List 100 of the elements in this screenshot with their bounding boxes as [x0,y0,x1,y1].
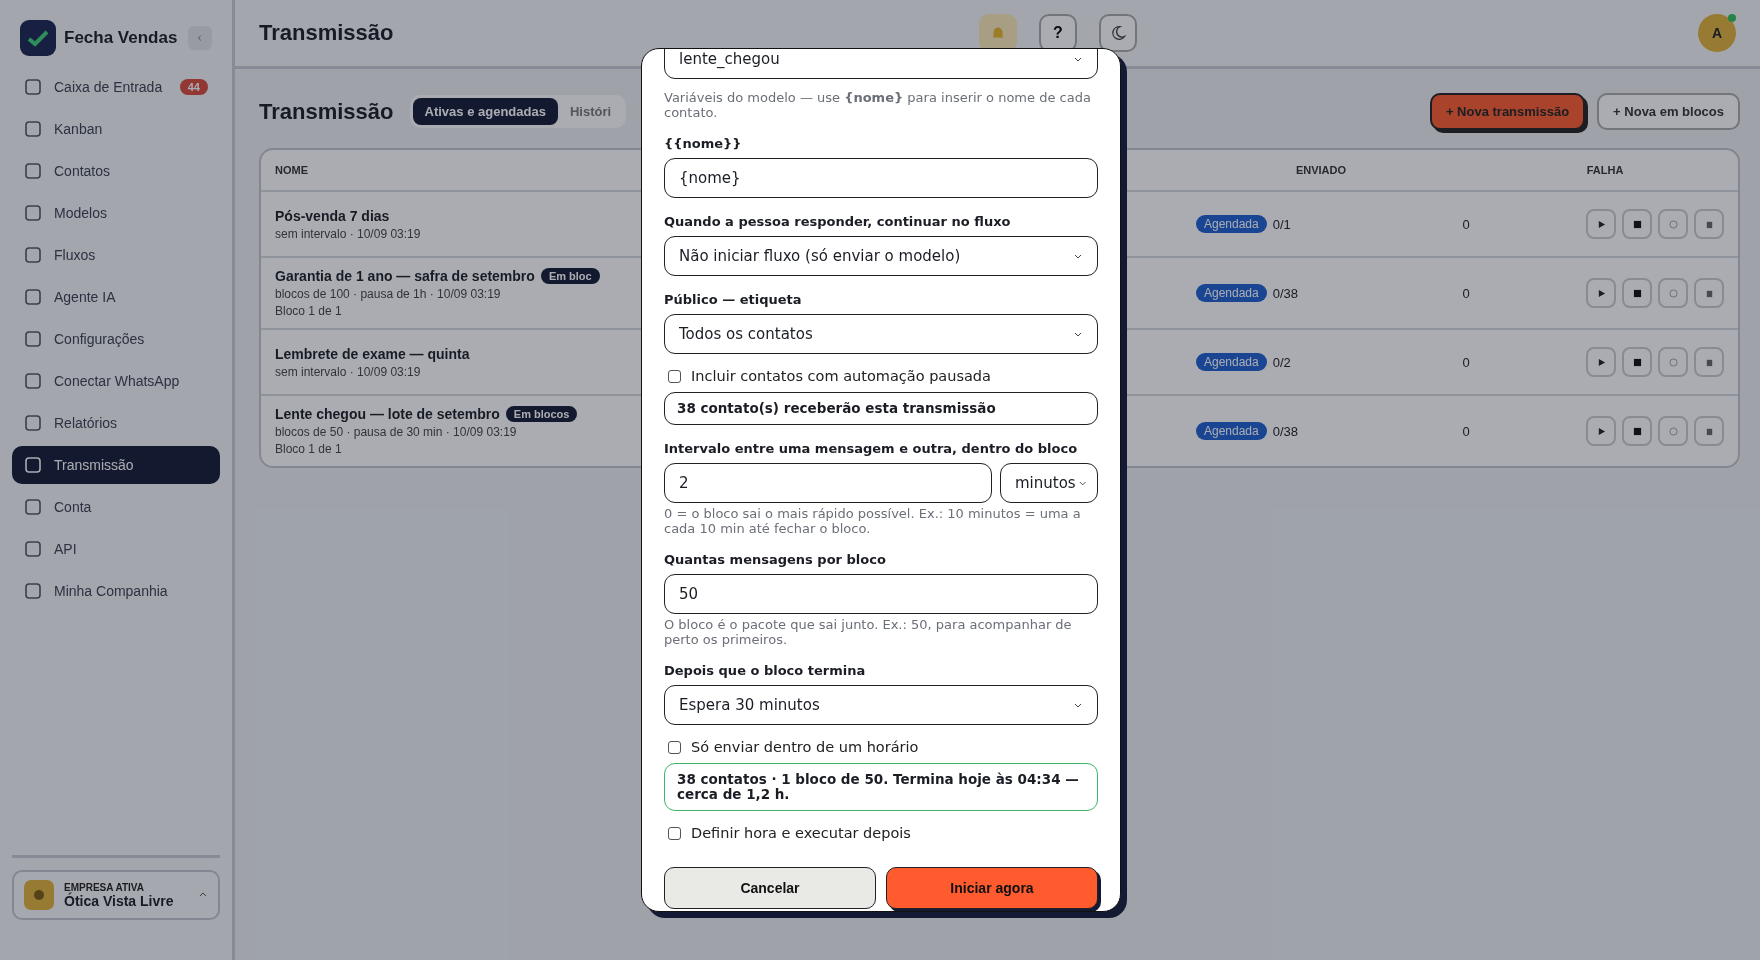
sidebar-item[interactable]: Transmissão [12,446,220,484]
broadcast-details: sem intervalo · 10/09 03:19 [275,226,421,241]
sidebar-item[interactable]: Minha Companhia [12,572,220,610]
square-icon [24,330,42,348]
stop-icon [1632,426,1642,436]
company-name: Ótica Vista Livre [64,892,175,909]
circle-icon [1668,426,1678,436]
unit-select[interactable]: minutos [1000,463,1098,503]
column-header: FALHA [1585,164,1625,176]
square-icon [24,582,42,600]
progress-count: 0/38 [1272,285,1299,301]
tab[interactable]: Históri [557,98,624,125]
checkbox-option[interactable]: Definir hora e executar depois [668,825,1098,841]
stop-button[interactable] [1622,416,1652,446]
sidebar-item[interactable]: Configurações [12,320,220,358]
field-label: Público — etiqueta [664,292,803,307]
brand-name: Fecha Vendas [64,28,179,48]
broadcast-details: blocos de 100 · pausa de 1h · 10/09 03:19 [275,287,501,301]
stop-button[interactable] [1622,209,1652,239]
dropdown-field[interactable]: lente_chegou [664,49,1098,79]
help-text: Variáveis do modelo — use {nome} para inserir o nome de cada contato. [664,90,1092,120]
logo-icon [20,20,56,56]
broadcast-details: blocos de 50 · pausa de 30 min · 10/09 03:19 [275,425,517,439]
field-label: Intervalo entre uma mensagem e outra, dentro do bloco [664,441,1079,456]
sent-count: 0 [1461,354,1471,370]
delete-button[interactable] [1694,278,1724,308]
square-icon [24,372,42,390]
broadcast-details: sem intervalo · 10/09 03:19 [275,364,421,379]
play-button[interactable] [1586,209,1616,239]
progress-count: 0/2 [1272,354,1291,370]
field-label: Quando a pessoa responder, continuar no fluxo [664,214,1012,229]
sidebar-item[interactable]: Caixa de Entrada 44 [12,68,220,106]
circle-icon [1668,288,1678,298]
progress-count: 0/1 [1272,216,1291,232]
square-icon [24,162,42,180]
dropdown-field[interactable]: Todos os contatos [664,314,1098,354]
moon-icon [1109,24,1127,42]
status-tag: Agendada [1196,422,1267,440]
dropdown-field[interactable]: Espera 30 minutos [664,685,1098,725]
sidebar-item[interactable]: Conectar WhatsApp [12,362,220,400]
sidebar-item[interactable]: Fluxos [12,236,220,274]
chevron-icon [196,34,204,42]
start-button[interactable]: Iniciar agora [886,867,1098,909]
broadcast-details: Bloco 1 de 1 [275,442,342,456]
play-button[interactable] [1586,347,1616,377]
dropdown-field[interactable]: Não iniciar fluxo (só enviar o modelo) [664,236,1098,276]
sidebar-item[interactable]: Relatórios [12,404,220,442]
play-button[interactable] [1586,278,1616,308]
input-field[interactable]: 50 [664,574,1098,614]
status-tag: Agendada [1196,284,1267,302]
play-button[interactable] [1586,416,1616,446]
column-header: ENVIADO [1294,164,1348,176]
sidebar-item[interactable]: API [12,530,220,568]
avatar[interactable]: A [1698,14,1736,52]
square-icon [24,498,42,516]
store-icon [24,880,54,910]
sidebar-item[interactable]: Contatos [12,152,220,190]
square-icon [24,78,42,96]
square-icon [24,204,42,222]
broadcast-details: Bloco 1 de 1 [275,304,342,318]
stop-button[interactable] [1622,278,1652,308]
theme-button[interactable] [1099,14,1137,52]
progress-count: 0/38 [1272,423,1299,439]
checkbox-option[interactable]: Só enviar dentro de um horário [668,739,1098,755]
mode-tag: Em blocos [505,406,578,422]
recipient-summary: 38 contato(s) receberão esta transmissão [664,392,1098,425]
count-badge: 44 [179,79,208,95]
play-icon [1596,288,1606,298]
field-label: {{nome}} [664,136,743,151]
company-switcher[interactable]: EMPRESA ATIVA Ótica Vista Livre [12,870,220,920]
section-title: Transmissão [259,98,394,125]
broadcast-name: Garantia de 1 ano — safra de setembro [275,268,535,284]
cancel-button[interactable]: Cancelar [664,867,876,909]
square-icon [24,456,42,474]
help-text: O bloco é o pacote que sai junto. Ex.: 50, para acompanhar de perto os primeiros. [664,617,1073,647]
status-tag: Agendada [1196,353,1267,371]
square-icon [24,288,42,306]
interval-field[interactable]: 2 [664,463,992,503]
circle-icon [1668,219,1678,229]
square-icon [24,120,42,138]
checkbox-option[interactable]: Incluir contatos com automação pausada [668,368,1098,384]
stop-button[interactable] [1622,347,1652,377]
delete-button[interactable] [1694,347,1724,377]
input-field[interactable]: {nome} [664,158,1098,198]
delete-button[interactable] [1694,209,1724,239]
status-tag: Agendada [1196,215,1267,233]
square-icon [24,246,42,264]
sidebar-item[interactable]: Agente IA [12,278,220,316]
sidebar-item[interactable]: Conta [12,488,220,526]
sidebar-item[interactable]: Kanban [12,110,220,148]
delete-button[interactable] [1694,416,1724,446]
play-icon [1596,357,1606,367]
tab[interactable]: Ativas e agendadas [412,98,558,125]
sidebar-item[interactable]: Modelos [12,194,220,232]
circle-icon [1668,357,1678,367]
field-label: Quantas mensagens por bloco [664,552,887,567]
play-icon [1596,219,1606,229]
help-text: 0 = o bloco sai o mais rápido possível. Ex.: 10 minutos = uma a cada 10 min até fechar o bloco. [664,506,1082,536]
square-icon [24,540,42,558]
new-broadcast-button[interactable]: + Nova em blocos [1597,93,1740,130]
